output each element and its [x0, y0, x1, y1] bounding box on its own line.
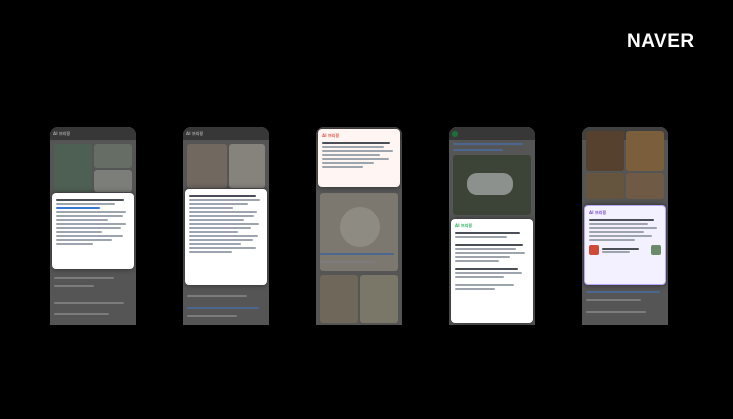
thumbnail-icon [589, 245, 599, 255]
phone-top-bar: AI 브리핑 [50, 127, 136, 140]
naver-logo: NAVER [627, 31, 695, 52]
phone-screenshot-5: AI 브리핑 [582, 127, 668, 325]
phone-screenshot-2: AI 브리핑 [183, 127, 269, 325]
photo-tile [626, 173, 664, 199]
photo-tile [467, 173, 513, 195]
green-dot-icon [452, 130, 458, 137]
photo-tile [360, 275, 398, 323]
ai-answer-card[interactable] [185, 189, 267, 285]
ai-briefing-badge: AI 브리핑 [186, 130, 204, 136]
phone-screenshot-3: AI 브리핑 [316, 127, 402, 325]
photo-tile [586, 173, 624, 199]
photo-tile [229, 144, 265, 188]
ai-answer-card[interactable] [52, 193, 134, 269]
photo-tile [94, 170, 132, 192]
ai-briefing-header: AI 브리핑 [455, 223, 473, 228]
ai-briefing-header: AI 브리핑 [589, 210, 607, 215]
phone-top-bar: AI 브리핑 [183, 127, 269, 140]
ai-briefing-badge: AI 브리핑 [53, 130, 71, 136]
photo-tile [586, 131, 624, 171]
photo-tile [54, 144, 92, 192]
ai-answer-card[interactable]: AI 브리핑 [318, 129, 400, 187]
phone-top-bar [449, 127, 535, 140]
ai-answer-card[interactable]: AI 브리핑 [451, 219, 533, 323]
photo-tile [626, 131, 664, 171]
photo-tile [320, 275, 358, 323]
photo-tile [94, 144, 132, 168]
phone-screenshot-4: AI 브리핑 [449, 127, 535, 325]
phone-screenshot-1: AI 브리핑 [50, 127, 136, 325]
photo-tile [187, 144, 227, 188]
ai-briefing-header: AI 브리핑 [322, 133, 340, 138]
ai-answer-card[interactable]: AI 브리핑 [584, 205, 666, 285]
thumbnail-icon [651, 245, 661, 255]
presentation-slide: NAVER AI 브리핑 AI 브리핑 AI 브리핑 AI 브리핑 AI 브리핑 [0, 0, 733, 419]
photo-tile [340, 207, 380, 247]
